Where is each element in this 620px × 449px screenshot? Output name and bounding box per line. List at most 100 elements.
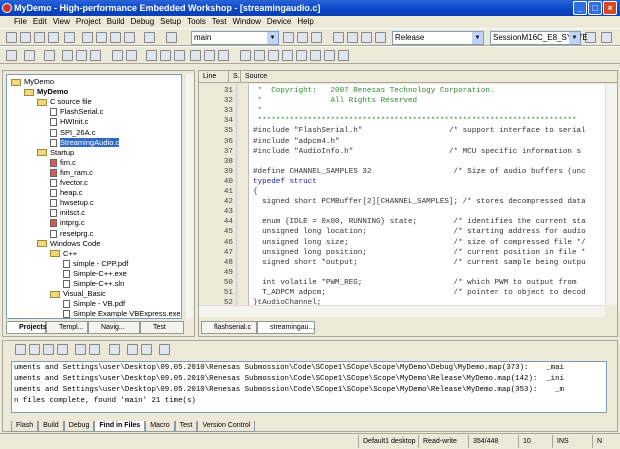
toolbar-button[interactable] — [144, 32, 155, 43]
workspace-tab[interactable]: Navig... — [88, 321, 140, 334]
editor-file-tab[interactable]: flashserial.c — [201, 321, 257, 334]
toolbar-button[interactable] — [20, 32, 31, 43]
toolbar-button[interactable] — [174, 50, 185, 61]
output-tab-build[interactable]: Build — [38, 421, 64, 432]
tree-item[interactable]: Startup — [37, 148, 74, 158]
tree-item[interactable]: fvector.c — [50, 178, 88, 188]
menu-help[interactable]: Help — [297, 17, 313, 26]
editor-file-tab[interactable]: streamingau... — [257, 321, 315, 334]
toolbar-button[interactable] — [297, 32, 308, 43]
output-toolbar-button[interactable] — [15, 344, 26, 355]
tree-item[interactable]: C source file — [37, 97, 92, 107]
output-tab-version-control[interactable]: Version Control — [197, 421, 256, 432]
toolbar-button[interactable] — [126, 50, 137, 61]
tree-item[interactable]: Simple-C++.exe — [63, 269, 127, 279]
menu-tools[interactable]: Tools — [187, 17, 206, 26]
find-combo[interactable]: main ▼ — [191, 31, 279, 45]
workspace-tab[interactable]: Test — [140, 321, 184, 334]
toolbar-button[interactable] — [48, 32, 59, 43]
column-line[interactable]: Line — [199, 71, 229, 83]
close-button[interactable]: × — [603, 1, 617, 15]
output-tab-find-in-files[interactable]: Find in Files — [94, 421, 146, 432]
toolbar-button[interactable] — [190, 50, 201, 61]
toolbar-button[interactable] — [24, 50, 35, 61]
menu-debug[interactable]: Debug — [131, 17, 155, 26]
output-tab-macro[interactable]: Macro — [145, 421, 175, 432]
toolbar-button[interactable] — [166, 32, 177, 43]
tree-item[interactable]: Simple Example VBExpress.exe — [63, 309, 181, 318]
column-source[interactable]: Source — [241, 71, 617, 83]
toolbar-button[interactable] — [347, 32, 358, 43]
toolbar-button[interactable] — [375, 32, 386, 43]
workspace-tab[interactable]: Templ... — [46, 321, 88, 334]
output-toolbar-button[interactable] — [109, 344, 120, 355]
output-text[interactable]: uments and Settings\user\Desktop\09.05.2… — [11, 361, 607, 413]
tree-item[interactable]: simple - CPP.pdf — [63, 259, 128, 269]
tree-item[interactable]: Simple-C++.sln — [63, 279, 124, 289]
output-toolbar-button[interactable] — [141, 344, 152, 355]
toolbar-button[interactable] — [160, 50, 171, 61]
toolbar-button[interactable] — [96, 32, 107, 43]
output-toolbar-button[interactable] — [89, 344, 100, 355]
tree-item[interactable]: Simple - VB.pdf — [63, 299, 125, 309]
output-toolbar-button[interactable] — [127, 344, 138, 355]
toolbar-button[interactable] — [324, 50, 335, 61]
tree-item[interactable]: Visual_Basic — [50, 289, 106, 299]
toolbar-button[interactable] — [268, 50, 279, 61]
tree-item[interactable]: fim_ram.c — [50, 168, 93, 178]
tree-item[interactable]: hwsetup.c — [50, 198, 94, 208]
toolbar-button[interactable] — [204, 50, 215, 61]
tree-item[interactable]: FlashSerial.c — [50, 107, 103, 117]
tree-item[interactable]: intprg.c — [50, 218, 85, 228]
toolbar-button[interactable] — [124, 32, 135, 43]
toolbar-button[interactable] — [90, 50, 101, 61]
toolbar-button[interactable] — [601, 32, 612, 43]
tree-item[interactable]: resetprg.c — [50, 229, 93, 239]
toolbar-button[interactable] — [112, 50, 123, 61]
maximize-button[interactable]: □ — [588, 1, 602, 15]
toolbar-button[interactable] — [338, 50, 349, 61]
toolbar-button[interactable] — [146, 50, 157, 61]
toolbar-button[interactable] — [240, 50, 251, 61]
toolbar-button[interactable] — [76, 50, 87, 61]
tree-item[interactable]: initsct.c — [50, 208, 85, 218]
toolbar-button[interactable] — [6, 32, 17, 43]
toolbar-button[interactable] — [62, 50, 73, 61]
toolbar-button[interactable] — [283, 32, 294, 43]
toolbar-button[interactable] — [361, 32, 372, 43]
toolbar-button[interactable] — [218, 50, 229, 61]
tree-item[interactable]: fim.c — [50, 158, 76, 168]
toolbar-button[interactable] — [44, 50, 55, 61]
menu-project[interactable]: Project — [76, 17, 101, 26]
tree-vertical-scrollbar[interactable] — [184, 74, 193, 319]
toolbar-button[interactable] — [82, 32, 93, 43]
output-tab-flash[interactable]: Flash — [11, 421, 39, 432]
configuration-combo[interactable]: Release ▼ — [392, 31, 484, 45]
column-s[interactable]: S. — [229, 71, 241, 83]
output-tab-debug[interactable]: Debug — [63, 421, 95, 432]
menu-window[interactable]: Window — [232, 17, 260, 26]
toolbar-button[interactable] — [311, 32, 322, 43]
output-toolbar-button[interactable] — [159, 344, 170, 355]
toolbar-button[interactable] — [110, 32, 121, 43]
tree-item[interactable]: StreamingAudio.c — [50, 137, 120, 148]
output-toolbar-button[interactable] — [57, 344, 68, 355]
workspace-tab[interactable]: Projects — [6, 321, 47, 334]
toolbar-button[interactable] — [296, 50, 307, 61]
output-toolbar-button[interactable] — [43, 344, 54, 355]
toolbar-button[interactable] — [64, 32, 75, 43]
minimize-button[interactable]: _ — [573, 1, 587, 15]
editor-horizontal-scrollbar[interactable] — [199, 305, 605, 317]
tree-item[interactable]: HWInit.c — [50, 117, 88, 127]
tree-item[interactable]: Windows Code — [37, 239, 100, 249]
menu-edit[interactable]: Edit — [33, 17, 47, 26]
output-toolbar-button[interactable] — [29, 344, 40, 355]
tree-item[interactable]: MyDemo — [11, 77, 54, 87]
tree-item[interactable]: SPI_26A.c — [50, 128, 95, 138]
editor-vertical-scrollbar[interactable] — [605, 84, 617, 305]
output-tab-test[interactable]: Test — [174, 421, 198, 432]
output-toolbar-button[interactable] — [75, 344, 86, 355]
session-combo[interactable]: SessionM16C_E8_SYSTE ▼ — [490, 31, 588, 45]
tree-item[interactable]: heap.c — [50, 188, 83, 198]
menu-build[interactable]: Build — [107, 17, 125, 26]
